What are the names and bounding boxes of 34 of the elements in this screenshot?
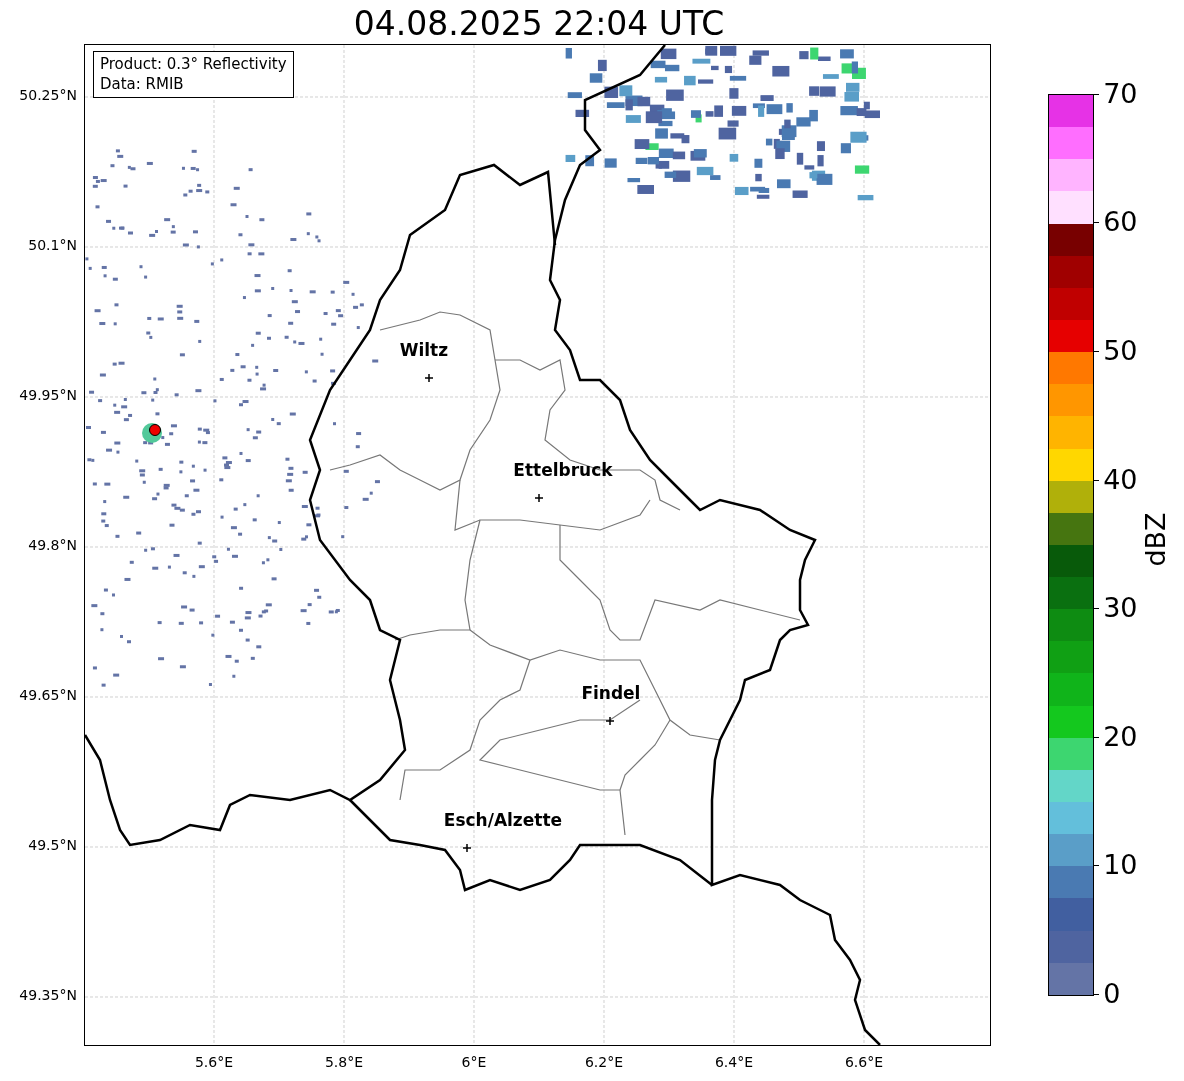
colorbar-unit-label: dBZ [1139,512,1171,567]
colorbar-tick-label: 60 [1103,207,1138,238]
longitude-label: 6.4°E [714,1053,754,1070]
city-marker-icon [534,493,544,503]
latitude-label: 49.95°N [19,386,77,403]
longitude-label: 6°E [461,1053,487,1070]
latitude-label: 49.5°N [28,836,77,853]
colorbar-tick-label: 10 [1103,850,1138,881]
city-label: Esch/Alzette [443,809,563,830]
city-label: Ettelbruck [513,459,613,480]
info-text: Data: RMIB [99,73,185,94]
city-label: Findel [581,682,641,703]
colorbar-tick-label: 50 [1103,336,1138,367]
longitude-label: 6.2°E [584,1053,624,1070]
longitude-label: 5.8°E [324,1053,364,1070]
city-marker-icon [605,716,615,726]
city-marker-icon [462,843,472,853]
city-marker-icon [424,373,434,383]
latitude-label: 49.35°N [19,986,77,1003]
colorbar-tick-label: 30 [1103,593,1138,624]
latitude-label: 49.8°N [28,536,77,553]
colorbar-tick-label: 70 [1103,78,1138,109]
latitude-label: 50.25°N [19,86,77,103]
radar-site-icon [141,422,162,443]
chart-title: 04.08.2025 22:04 UTC [352,2,726,44]
info-text: Product: 0.3° Reflectivity [99,53,287,74]
city-label: Wiltz [399,339,449,360]
colorbar-tick-label: 0 [1103,978,1121,1009]
longitude-label: 5.6°E [194,1053,234,1070]
latitude-label: 49.65°N [19,686,77,703]
colorbar-tick-label: 20 [1103,721,1138,752]
colorbar-tick-label: 40 [1103,464,1138,495]
longitude-label: 6.6°E [844,1053,884,1070]
latitude-label: 50.1°N [28,236,77,253]
